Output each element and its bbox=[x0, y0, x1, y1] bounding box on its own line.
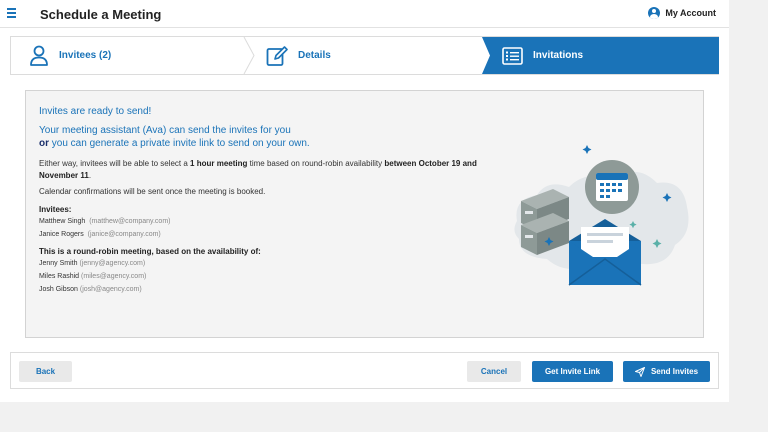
availability-description: Either way, invitees will be able to sel… bbox=[39, 158, 479, 182]
list-icon bbox=[502, 46, 523, 65]
account-label: My Account bbox=[665, 8, 716, 18]
invitees-heading: Invitees: bbox=[39, 205, 72, 214]
host-email: (jenny@agency.com) bbox=[79, 260, 146, 267]
account-avatar-icon bbox=[648, 7, 661, 19]
or-text: or bbox=[39, 138, 49, 149]
step-details[interactable]: Details bbox=[266, 37, 331, 74]
cancel-button[interactable]: Cancel bbox=[467, 361, 521, 382]
confirmation-note: Calendar confirmations will be sent once… bbox=[39, 187, 266, 196]
meeting-duration: 1 hour meeting bbox=[190, 159, 248, 168]
para-text-2: time based on round-robin availability bbox=[247, 159, 385, 168]
invite-link-message: or you can generate a private invite lin… bbox=[39, 138, 310, 149]
host-name: Jenny Smith bbox=[39, 260, 78, 267]
step-invitees[interactable]: Invitees (2) bbox=[29, 37, 111, 74]
get-invite-link-button[interactable]: Get Invite Link bbox=[532, 361, 613, 382]
step-details-label: Details bbox=[298, 50, 331, 61]
invitee-email: (matthew@company.com) bbox=[89, 218, 171, 225]
person-icon bbox=[30, 45, 48, 66]
round-robin-heading: This is a round-robin meeting, based on … bbox=[39, 247, 261, 256]
host-email: (josh@agency.com) bbox=[79, 286, 142, 293]
host-item: Miles Rashid (miles@agency.com) bbox=[39, 273, 146, 280]
top-bar: Schedule a Meeting My Account bbox=[0, 0, 729, 28]
step-invitees-label: Invitees (2) bbox=[59, 50, 112, 61]
envelope-illustration bbox=[514, 145, 689, 286]
assistant-message: Your meeting assistant (Ava) can send th… bbox=[39, 125, 291, 136]
para-text-3: . bbox=[88, 171, 92, 180]
invitee-email: (janice@company.com) bbox=[87, 231, 161, 238]
host-name: Josh Gibson bbox=[39, 286, 78, 293]
host-item: Jenny Smith (jenny@agency.com) bbox=[39, 260, 145, 267]
edit-icon bbox=[266, 45, 288, 66]
invitee-item: Matthew Singh (matthew@company.com) bbox=[39, 218, 170, 225]
calendar-badge-icon bbox=[585, 160, 639, 214]
back-button[interactable]: Back bbox=[19, 361, 72, 382]
page-title: Schedule a Meeting bbox=[40, 7, 162, 22]
invitee-name: Janice Rogers bbox=[39, 231, 84, 238]
host-item: Josh Gibson (josh@agency.com) bbox=[39, 286, 142, 293]
step-indicator: Invitees (2) Details Invitations bbox=[10, 36, 719, 75]
step-divider bbox=[243, 37, 255, 74]
invitation-summary-panel: Invites are ready to send! Your meeting … bbox=[25, 90, 704, 338]
hamburger-menu-icon[interactable] bbox=[7, 8, 16, 18]
ready-heading: Invites are ready to send! bbox=[39, 106, 152, 117]
storage-boxes-icon bbox=[521, 189, 569, 255]
my-account-button[interactable]: My Account bbox=[648, 7, 716, 19]
host-email: (miles@agency.com) bbox=[81, 273, 147, 280]
send-invites-label: Send Invites bbox=[650, 367, 699, 376]
step-invitations[interactable]: Invitations bbox=[482, 37, 719, 74]
action-footer: Back Cancel Get Invite Link Send Invites bbox=[10, 352, 719, 389]
send-invites-button[interactable]: Send Invites bbox=[623, 361, 710, 382]
step-invitations-label: Invitations bbox=[533, 50, 584, 61]
para-text-1: Either way, invitees will be able to sel… bbox=[39, 159, 191, 168]
invite-link-text: you can generate a private invite link t… bbox=[49, 138, 310, 149]
host-name: Miles Rashid bbox=[39, 273, 80, 280]
invitee-item: Janice Rogers (janice@company.com) bbox=[39, 231, 161, 238]
app-window: Schedule a Meeting My Account Invitees (… bbox=[0, 0, 729, 402]
invitee-name: Matthew Singh bbox=[39, 218, 86, 225]
paper-plane-icon bbox=[634, 366, 645, 377]
